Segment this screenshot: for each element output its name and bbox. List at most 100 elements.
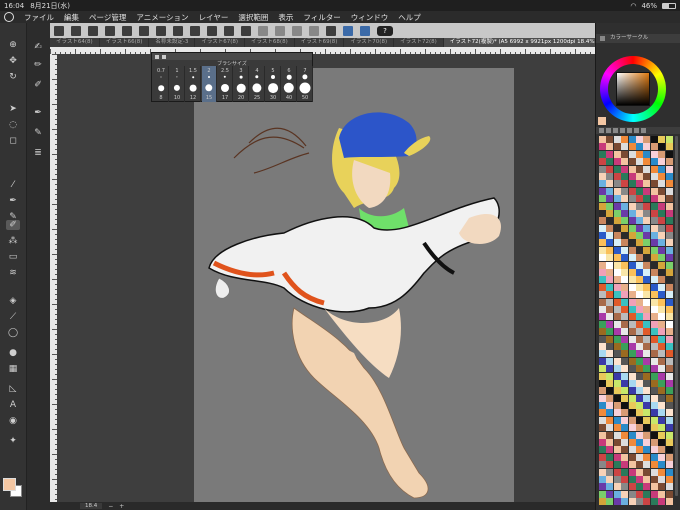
tab-4[interactable]: イラスト68(8) (245, 38, 294, 47)
brush-size-cell[interactable]: 7 50 (298, 66, 313, 102)
current-color-chip[interactable] (598, 117, 606, 125)
menu-layer[interactable]: レイヤー (199, 12, 229, 23)
zoom-in-icon[interactable]: + (119, 503, 124, 510)
drop-tool-icon[interactable]: ● (6, 348, 20, 358)
menu-help[interactable]: ヘルプ (398, 12, 421, 23)
palette-icon-6[interactable] (634, 128, 639, 133)
correction-tool-icon[interactable]: ✦ (6, 436, 20, 446)
menu-filter[interactable]: フィルター (303, 12, 340, 23)
zoom-out-icon[interactable]: − (108, 503, 113, 510)
menu-view[interactable]: 表示 (278, 12, 293, 23)
palette-icon-5[interactable] (627, 128, 632, 133)
menu-window[interactable]: ウィンドウ (351, 12, 389, 23)
tab-3[interactable]: イラスト67(8) (195, 38, 245, 47)
pen-tool-icon[interactable]: ✒ (6, 196, 20, 206)
canvas-paper[interactable] (194, 68, 514, 502)
snap-icon[interactable] (326, 25, 336, 36)
main-color-swatch[interactable] (3, 478, 16, 491)
invert-selection-icon[interactable] (275, 25, 285, 36)
grid-icon[interactable] (54, 25, 64, 36)
new-file-icon[interactable] (105, 25, 115, 36)
brush-f-icon[interactable]: ≣ (31, 148, 45, 158)
palette-icon-1[interactable] (599, 128, 604, 133)
brush-c-icon[interactable]: ✐ (31, 80, 45, 90)
app-window: 16:04 8月21日(水) ◠ 46% ファイル 編集 ページ管理 アニメーシ… (0, 0, 680, 510)
zoom-tool-icon[interactable]: ⊕ (6, 40, 20, 50)
transform-icon[interactable] (241, 25, 251, 36)
brush-d-icon[interactable]: ✒ (31, 108, 45, 118)
clear-outside-icon[interactable] (207, 25, 217, 36)
fill-tool-icon[interactable]: ◈ (6, 296, 20, 306)
app-logo-icon[interactable] (4, 12, 14, 22)
palette-icon-4[interactable] (620, 128, 625, 133)
operation-tool-icon[interactable]: ➤ (6, 104, 20, 114)
palette-icon-7[interactable] (641, 128, 646, 133)
lasso-tool-icon[interactable]: ◌ (6, 120, 20, 130)
figure-tool-icon[interactable]: ◯ (6, 328, 20, 338)
brush-size-cell[interactable]: 1 10 (170, 66, 185, 102)
blend-tool-icon[interactable]: ≋ (6, 268, 20, 278)
brush-size-dot (299, 82, 311, 94)
move-tool-icon[interactable]: ✥ (6, 56, 20, 66)
menu-animation[interactable]: アニメーション (136, 12, 188, 23)
undo-icon[interactable] (156, 25, 166, 36)
balloon-tool-icon[interactable]: ◉ (6, 416, 20, 426)
tab-2[interactable]: 名称未設定-3 (149, 38, 195, 47)
popup-close-icon[interactable] (162, 54, 166, 59)
brush-size-cell[interactable]: 4 25 (250, 66, 265, 102)
tab-6[interactable]: イラスト70(8) (344, 38, 394, 47)
brush-b-icon[interactable]: ✏ (31, 60, 45, 70)
brush-e-icon[interactable]: ✎ (31, 128, 45, 138)
palette-icon-3[interactable] (613, 128, 618, 133)
palette-scrollbar[interactable] (675, 136, 678, 496)
eraser-tool-icon[interactable]: ▭ (6, 252, 20, 262)
redo-icon[interactable] (173, 25, 183, 36)
ruler-tool-icon[interactable]: ◺ (6, 384, 20, 394)
brush-size-cell[interactable]: 6 40 (282, 66, 297, 102)
canvas-area[interactable] (57, 54, 595, 502)
zoom-value[interactable]: 18.4 (80, 503, 103, 509)
clear-icon[interactable] (190, 25, 200, 36)
color-set-grid[interactable] (599, 136, 673, 506)
brush-size-cell[interactable]: 1.5 12 (186, 66, 201, 102)
color-panel-header[interactable]: カラーサークル (596, 34, 680, 43)
brush-size-cell[interactable]: 5 30 (266, 66, 281, 102)
brush-size-cell[interactable]: 2.5 17 (218, 66, 233, 102)
color-circle[interactable] (600, 56, 666, 122)
brush-tool-icon[interactable]: ✐ (6, 220, 20, 230)
rotate-icon[interactable] (309, 25, 319, 36)
brush-size-cell[interactable]: 3 20 (234, 66, 249, 102)
deselect-icon[interactable] (258, 25, 268, 36)
view-icon[interactable] (88, 25, 98, 36)
frame-tool-icon[interactable]: ▦ (6, 364, 20, 374)
rotate-tool-icon[interactable]: ↻ (6, 72, 20, 82)
palette-icon-2[interactable] (606, 128, 611, 133)
fill-icon[interactable] (224, 25, 234, 36)
menu-selection[interactable]: 選択範囲 (238, 12, 268, 23)
save-icon[interactable] (139, 25, 149, 36)
tab-8[interactable]: イラスト72(複製)* (A5 6992 x 9921px 1200dpi 18… (443, 38, 595, 47)
help-button[interactable]: ? (377, 25, 393, 36)
menu-page[interactable]: ページ管理 (89, 12, 126, 23)
menu-edit[interactable]: 編集 (64, 12, 79, 23)
open-file-icon[interactable] (122, 25, 132, 36)
brush-size-cell[interactable]: 0.7 8 (154, 66, 169, 102)
stabilizer-icon[interactable] (360, 25, 370, 36)
eyedropper-tool-icon[interactable]: ⁄ (6, 180, 20, 190)
airbrush-tool-icon[interactable]: ⁂ (6, 236, 20, 246)
brush-a-icon[interactable]: ✍ (31, 42, 45, 52)
tab-7[interactable]: イラスト72(8) (394, 38, 443, 47)
popup-menu-icon[interactable] (155, 54, 159, 59)
gradient-tool-icon[interactable]: ⟋ (6, 312, 20, 322)
tab-5[interactable]: イラスト69(8) (294, 38, 344, 47)
tab-0[interactable]: イラスト64(8) (50, 38, 99, 47)
saturation-value-square[interactable] (616, 72, 650, 106)
menu-file[interactable]: ファイル (24, 12, 54, 23)
text-tool-icon[interactable]: A (6, 400, 20, 410)
tab-1[interactable]: イラスト66(8) (99, 38, 149, 47)
ruler-snap-icon[interactable] (343, 25, 353, 36)
brush-size-cell[interactable]: 2 15 (202, 66, 217, 102)
crop-icon[interactable] (292, 25, 302, 36)
selection-tool-icon[interactable]: ◻ (6, 136, 20, 146)
stepper-icon[interactable] (71, 25, 81, 36)
